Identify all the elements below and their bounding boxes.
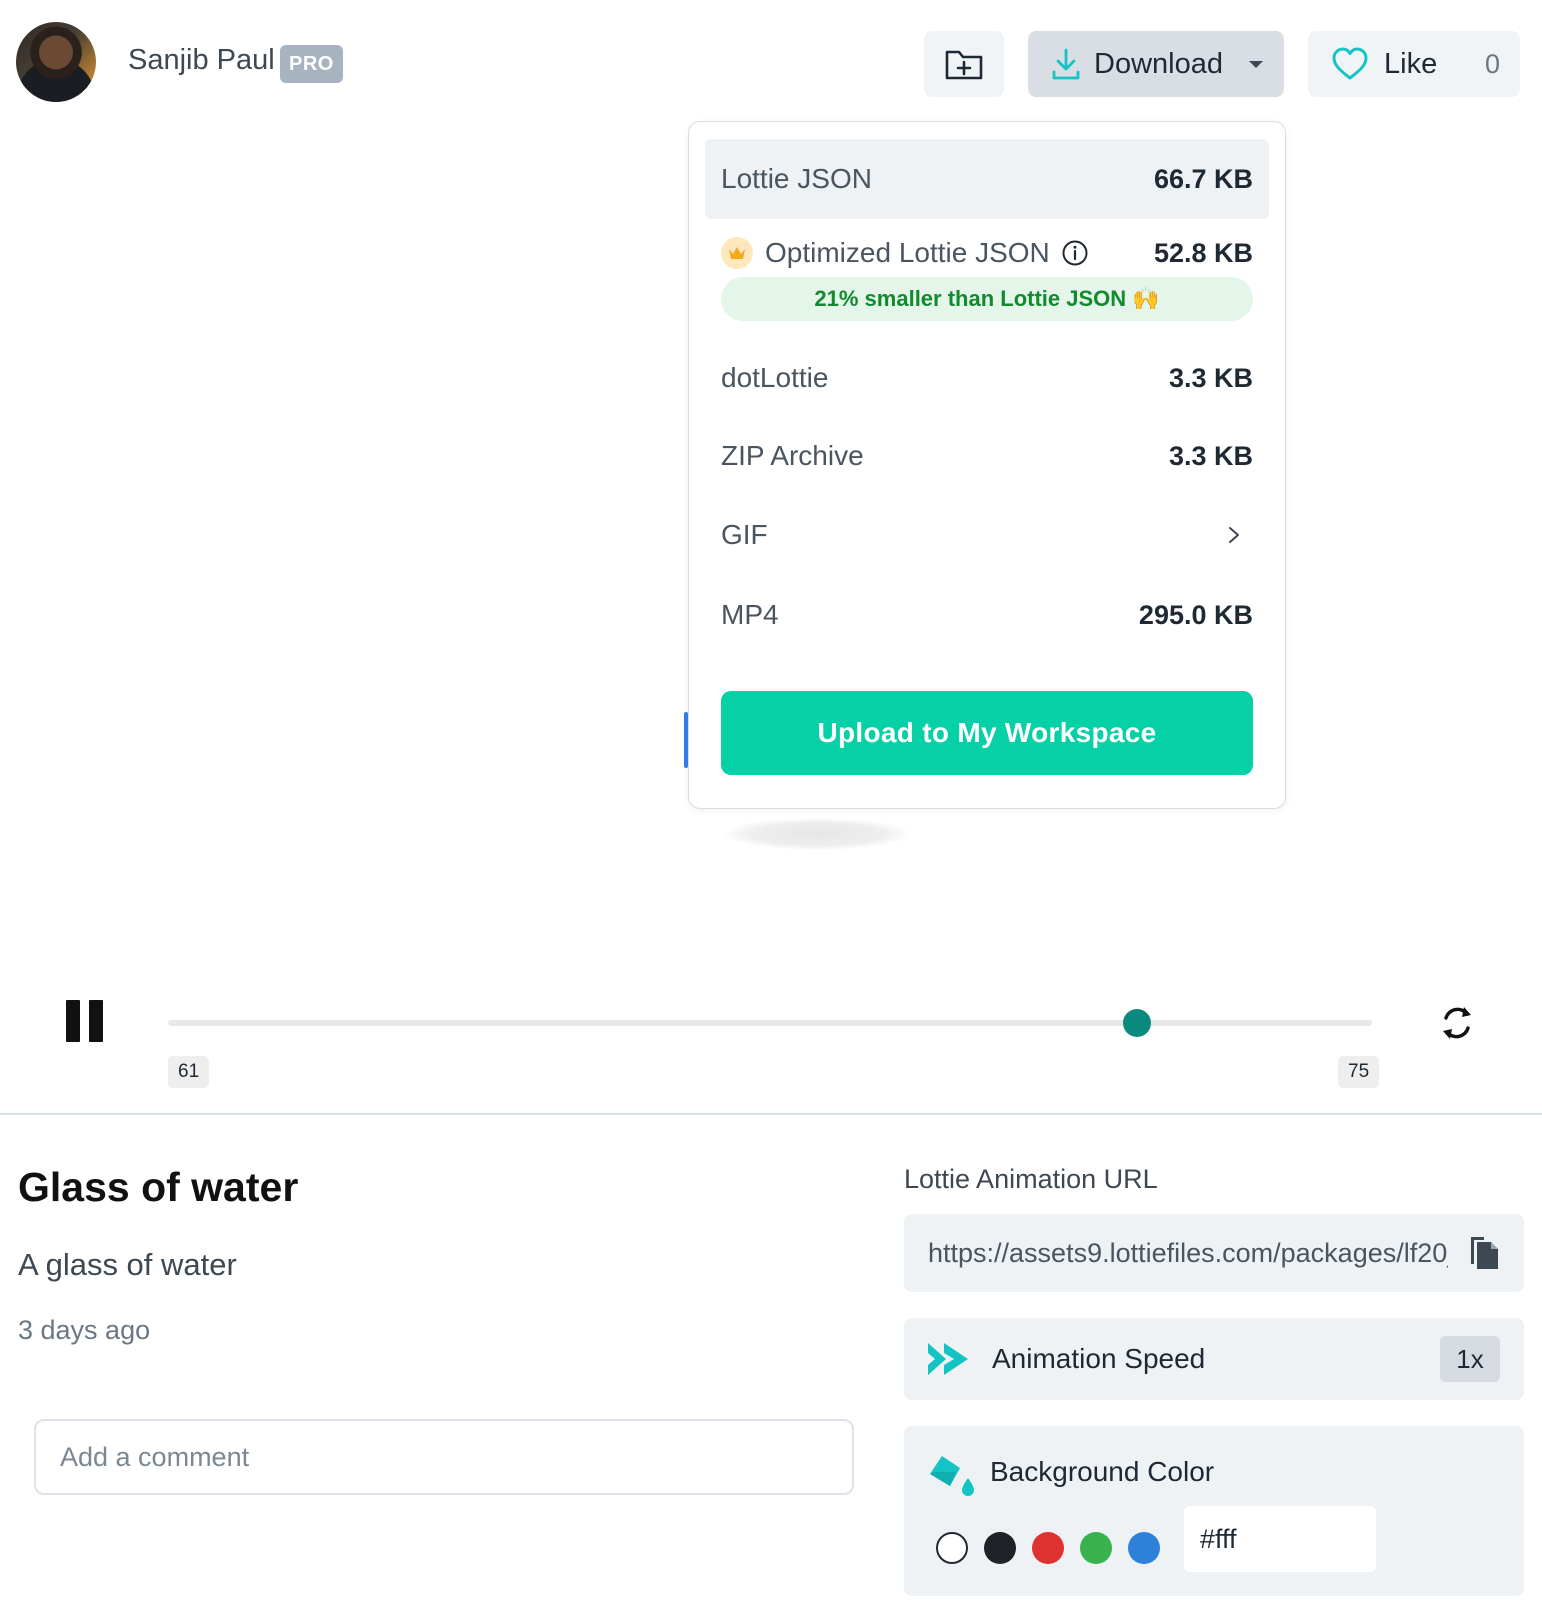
chevron-right-icon	[1229, 527, 1239, 543]
paint-bucket-icon	[930, 1456, 974, 1496]
like-count: 0	[1484, 48, 1500, 79]
animation-url-text[interactable]: https://assets9.lottiefiles.com/packages…	[928, 1238, 1448, 1269]
section-divider	[0, 1113, 1542, 1115]
download-button[interactable]: Download	[1028, 31, 1284, 97]
author-name[interactable]: Sanjib Paul	[128, 44, 275, 77]
speed-label: Animation Speed	[992, 1343, 1206, 1374]
menu-item-mp4[interactable]: MP4 295.0 KB	[705, 587, 1269, 643]
menu-item-size: 3.3 KB	[1168, 440, 1253, 471]
menu-item-size: 295.0 KB	[1138, 599, 1253, 630]
animation-shadow	[724, 818, 910, 850]
caret-down-icon	[1248, 60, 1263, 68]
menu-item-gif[interactable]: GIF	[705, 507, 1269, 563]
author-avatar[interactable]	[16, 22, 96, 102]
swatch-white[interactable]	[936, 1532, 968, 1564]
folder-plus-icon	[945, 50, 983, 80]
animation-title: Glass of water	[18, 1164, 299, 1210]
copy-icon[interactable]	[1468, 1235, 1500, 1271]
like-button[interactable]: Like 0	[1308, 31, 1520, 97]
download-menu: Lottie JSON 66.7 KB Optimized Lottie JSO…	[688, 121, 1286, 809]
menu-item-label: Lottie JSON	[721, 163, 872, 194]
background-color-control: Background Color	[904, 1426, 1524, 1596]
frame-slider-track[interactable]	[168, 1020, 1372, 1026]
menu-item-label: dotLottie	[721, 362, 829, 393]
swatch-black[interactable]	[984, 1532, 1016, 1564]
optimization-savings-badge: 21% smaller than Lottie JSON 🙌	[721, 277, 1253, 321]
start-frame-badge: 61	[168, 1056, 210, 1088]
menu-item-label: MP4	[721, 599, 779, 630]
menu-item-dotlottie[interactable]: dotLottie 3.3 KB	[705, 350, 1269, 406]
raised-hands-emoji: 🙌	[1132, 286, 1160, 311]
pause-bar	[89, 1000, 103, 1042]
menu-item-label: GIF	[721, 519, 768, 550]
frame-slider-thumb[interactable]	[1123, 1009, 1152, 1037]
menu-item-size: 52.8 KB	[1153, 237, 1253, 268]
posted-time: 3 days ago	[18, 1315, 151, 1345]
menu-item-lottie-json[interactable]: Lottie JSON 66.7 KB	[705, 139, 1269, 219]
animation-url-field[interactable]: https://assets9.lottiefiles.com/packages…	[904, 1214, 1524, 1292]
hex-color-input[interactable]	[1184, 1506, 1376, 1572]
pause-button[interactable]	[66, 1000, 104, 1042]
swatch-red[interactable]	[1032, 1532, 1064, 1564]
url-label: Lottie Animation URL	[904, 1164, 1158, 1194]
menu-item-label: Optimized Lottie JSON	[765, 237, 1050, 268]
fast-forward-icon	[928, 1343, 968, 1375]
menu-item-optimized-lottie-json[interactable]: Optimized Lottie JSON 52.8 KB	[705, 225, 1269, 281]
info-icon[interactable]	[1062, 240, 1088, 266]
download-icon	[1052, 48, 1080, 80]
speed-value-button[interactable]: 1x	[1440, 1336, 1500, 1382]
pause-bar	[66, 1000, 80, 1042]
comment-input[interactable]	[34, 1419, 854, 1495]
end-frame-badge: 75	[1338, 1056, 1380, 1088]
savings-text: 21% smaller than Lottie JSON	[814, 286, 1127, 311]
loop-icon[interactable]	[1440, 1004, 1474, 1042]
swatch-blue[interactable]	[1128, 1532, 1160, 1564]
heart-icon	[1332, 47, 1368, 80]
add-to-folder-button[interactable]	[924, 31, 1004, 97]
menu-item-zip-archive[interactable]: ZIP Archive 3.3 KB	[705, 428, 1269, 484]
crown-icon	[721, 237, 753, 269]
swatch-green[interactable]	[1080, 1532, 1112, 1564]
menu-item-size: 3.3 KB	[1168, 362, 1253, 393]
upload-to-workspace-button[interactable]: Upload to My Workspace	[721, 691, 1253, 775]
pro-badge: PRO	[280, 45, 343, 83]
background-color-label: Background Color	[990, 1456, 1215, 1487]
animation-speed-control[interactable]: Animation Speed 1x	[904, 1318, 1524, 1400]
menu-item-size: 66.7 KB	[1153, 163, 1253, 194]
animation-description: A glass of water	[18, 1247, 237, 1282]
menu-item-label: ZIP Archive	[721, 440, 864, 471]
download-label: Download	[1094, 47, 1223, 80]
like-label: Like	[1384, 47, 1438, 80]
